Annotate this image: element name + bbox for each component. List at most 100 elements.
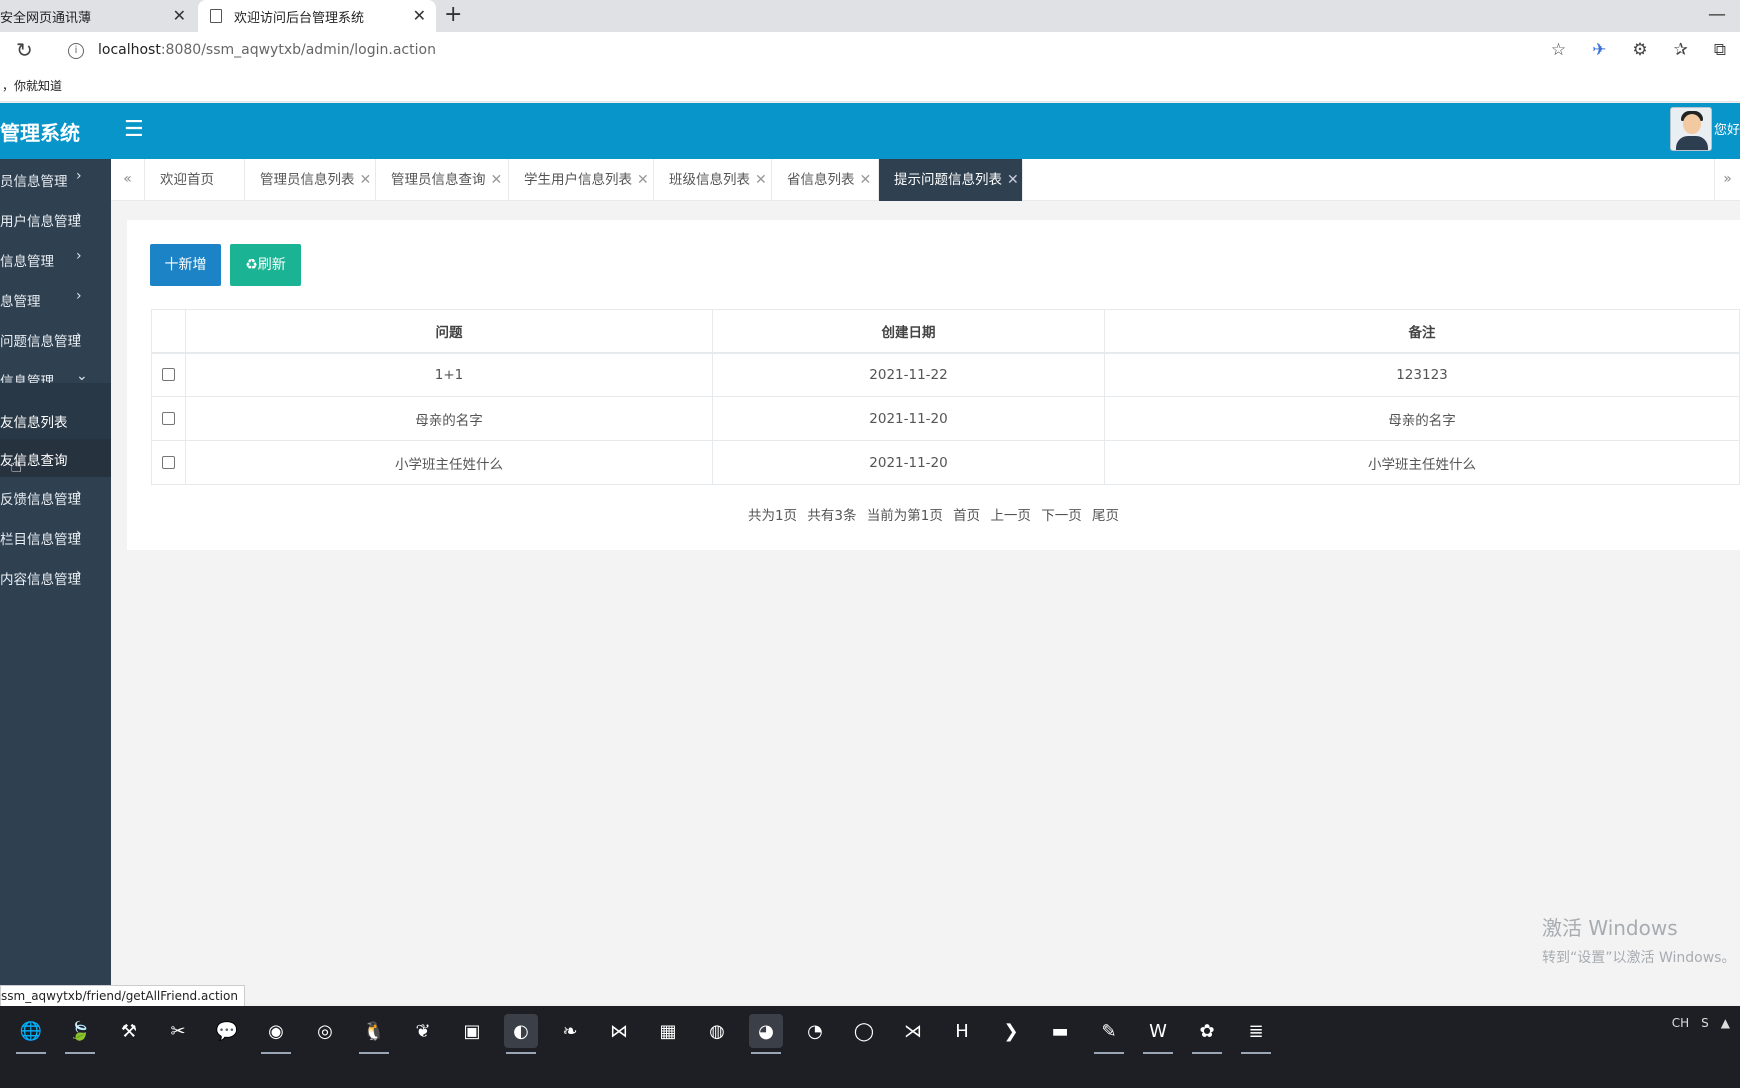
settings-app-icon[interactable]: ✂ [161,1014,195,1048]
vscode-icon[interactable]: ⋊ [896,1014,930,1048]
collections-icon[interactable]: ⧉ [1714,40,1726,60]
row-checkbox[interactable] [162,456,175,469]
word-icon[interactable]: W [1141,1014,1175,1054]
photo-app-icon[interactable]: ✿ [1190,1014,1224,1054]
tab-label: 提示问题信息列表 [894,172,1002,188]
intellij-icon[interactable]: ▣ [455,1014,489,1048]
sidebar-item-label: 栏目信息管理 [0,532,81,548]
sidebar-item-staff[interactable]: 员信息管理 › [0,159,111,199]
sidebar-item-label: 问题信息管理 [0,334,81,350]
tabs-scroll-right-icon[interactable]: » [1714,159,1740,201]
bookmark-item[interactable]: ，你就知道 [2,77,62,94]
new-tab-icon[interactable]: + [444,2,462,27]
close-icon[interactable]: ✕ [755,172,767,188]
chevron-right-icon: › [76,168,82,184]
sidebar-item-feedback[interactable]: 反馈信息管理 › [0,477,111,517]
add-button[interactable]: 十新增 [150,244,221,286]
data-table: 问题 创建日期 备注 1+1 2021-11-22 123123 母亲的名字 2… [151,309,1740,485]
info-icon[interactable]: i [68,43,84,59]
tab-admin-list[interactable]: 管理员信息列表 ✕ [245,159,376,201]
leaf-app-icon[interactable]: 🍃 [63,1014,97,1054]
column-header-question[interactable]: 问题 [185,309,713,354]
user-greeting[interactable]: 您好 [1714,119,1740,138]
chrome-canary-icon[interactable]: ◔ [798,1014,832,1048]
pen-app-icon[interactable]: ✎ [1092,1014,1126,1054]
tab-question-list[interactable]: 提示问题信息列表 ✕ [879,159,1023,201]
extensions-icon[interactable]: ⚙ [1632,40,1647,60]
editor-app-icon[interactable]: ≣ [1239,1014,1273,1054]
menu-toggle-icon[interactable]: ☰ [124,117,144,142]
pager-last-link[interactable]: 尾页 [1092,508,1119,524]
pager-prev-link[interactable]: 上一页 [990,508,1031,524]
opera-icon[interactable]: ◯ [847,1014,881,1048]
terminal-icon[interactable]: ▬ [1043,1014,1077,1048]
add-favorite-icon[interactable]: ☆ [1551,40,1566,60]
sidebar-item-label: 用户信息管理 [0,214,81,230]
close-icon[interactable]: ✕ [860,172,872,188]
browser-app-icon[interactable]: 🌐 [14,1014,48,1054]
visual-studio-icon[interactable]: ⋈ [602,1014,636,1048]
sogou-icon[interactable]: S [1701,1016,1709,1030]
sts-icon[interactable]: ❧ [553,1014,587,1048]
avatar[interactable] [1670,107,1712,151]
eclipse-icon[interactable]: ◐ [504,1014,538,1054]
url-field[interactable]: localhost:8080/ssm_aqwytxb/admin/login.a… [98,42,436,58]
pager-total-items: 共有3条 [807,508,857,524]
tab-admin-query[interactable]: 管理员信息查询 ✕ [376,159,509,201]
hbuilder-icon[interactable]: H [945,1014,979,1048]
close-icon[interactable]: ✕ [637,172,649,188]
spring-icon[interactable]: ❦ [406,1014,440,1048]
edge-icon[interactable]: ◕ [749,1014,783,1054]
sidebar-subitem-friend-list[interactable]: 友信息列表 [0,401,111,439]
tray-app-icon[interactable]: ▲ [1721,1016,1730,1030]
sidebar-item-columns[interactable]: 栏目信息管理 › [0,517,111,557]
tab-province-list[interactable]: 省信息列表 ✕ [772,159,879,201]
tab-label: 学生用户信息列表 [524,172,632,188]
chrome-icon[interactable]: ◉ [259,1014,293,1054]
sidebar-item-class[interactable]: 信息管理 › [0,239,111,279]
browser-tab-active[interactable]: 欢迎访问后台管理系统 ✕ [198,0,436,32]
qq-icon[interactable]: 🐧 [357,1014,391,1054]
ime-indicator[interactable]: CH [1672,1016,1689,1030]
wechat-icon[interactable]: 💬 [210,1014,244,1048]
tabs-scroll-left-icon[interactable]: « [111,159,145,201]
cell-remark: 123123 [1104,352,1740,397]
column-header-remark[interactable]: 备注 [1104,309,1740,354]
refresh-button[interactable]: ♻刷新 [230,244,301,286]
chevron-right-icon: › [76,486,82,502]
column-header-date[interactable]: 创建日期 [712,309,1105,354]
tab-class-list[interactable]: 班级信息列表 ✕ [654,159,772,201]
watermark-subtitle: 转到“设置”以激活 Windows。 [1542,950,1736,966]
sidebar-item-content[interactable]: 内容信息管理 › [0,557,111,597]
sidebar-item-label: 息管理 [0,294,41,310]
bookmark-bar: ，你就知道 [0,70,1740,102]
close-icon[interactable]: ✕ [360,172,372,188]
store-icon[interactable]: ▦ [651,1014,685,1048]
close-tab-icon[interactable]: ✕ [413,6,426,25]
pagination: 共为1页 共有3条 当前为第1页 首页 上一页 下一页 尾页 [127,504,1740,524]
powershell-icon[interactable]: ❯ [994,1014,1028,1048]
url-host: localhost [98,42,161,58]
minimize-icon[interactable]: — [1708,4,1726,25]
browser-tab-title: 欢迎访问后台管理系统 [234,10,365,26]
reload-icon[interactable]: ↻ [16,38,33,62]
close-tab-icon[interactable]: ✕ [173,6,186,25]
sidebar-item-users[interactable]: 用户信息管理 › [0,199,111,239]
row-checkbox[interactable] [162,412,175,425]
pager-next-link[interactable]: 下一页 [1041,508,1082,524]
favorites-icon[interactable]: ✰ [1674,40,1688,60]
chromium-icon[interactable]: ◎ [308,1014,342,1048]
sidebar-item-questions[interactable]: 问题信息管理 › [0,319,111,359]
tool-app-icon[interactable]: ⚒ [112,1014,146,1048]
browser-tab[interactable]: 安全网页通讯薄 ✕ [0,0,196,32]
sidebar-item-province[interactable]: 息管理 › [0,279,111,319]
tab-welcome[interactable]: 欢迎首页 [145,159,245,201]
row-checkbox[interactable] [162,368,175,382]
close-icon[interactable]: ✕ [491,172,503,188]
pager-first-link[interactable]: 首页 [953,508,980,524]
close-icon[interactable]: ✕ [1007,172,1019,188]
firefox-icon[interactable]: ◍ [700,1014,734,1048]
extension-bird-icon[interactable]: ✈ [1592,40,1606,60]
table-header-row: 问题 创建日期 备注 [151,309,1740,354]
tab-student-list[interactable]: 学生用户信息列表 ✕ [509,159,654,201]
